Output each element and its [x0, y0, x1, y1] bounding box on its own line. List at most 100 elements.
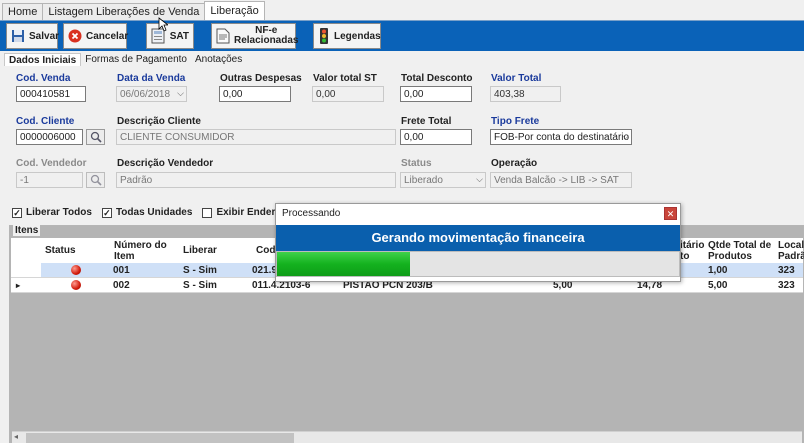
- header-local-l2: Padrã: [778, 251, 804, 262]
- cod-venda-field[interactable]: 000410581: [16, 86, 86, 102]
- progress-bar: [276, 251, 680, 277]
- header-unitario-l1: itário: [680, 240, 705, 251]
- chevron-down-icon: ⌵: [177, 88, 184, 98]
- traffic-light-icon: [318, 28, 330, 44]
- cod-vendedor-label: Cod. Vendedor: [16, 158, 87, 169]
- header-local-l1: Locali: [778, 240, 804, 251]
- tab-dados-iniciais[interactable]: Dados Iniciais: [4, 53, 82, 66]
- chevron-down-icon: ⌵: [476, 174, 483, 184]
- header-unitario[interactable]: itário to: [680, 240, 704, 262]
- search-cliente-button[interactable]: [86, 129, 105, 145]
- header-localizacao[interactable]: LocaliPadrã: [778, 240, 804, 262]
- search-icon: [90, 174, 102, 186]
- tab-home[interactable]: Home: [2, 3, 44, 20]
- scroll-left-icon[interactable]: ◂: [14, 432, 18, 441]
- tab-listagem-liberacoes[interactable]: Listagem Liberações de Venda: [42, 3, 206, 20]
- cancel-button[interactable]: Cancelar: [63, 23, 129, 49]
- cell-numero: 002: [113, 280, 130, 291]
- operacao-field: Venda Balcão -> LIB -> SAT: [490, 172, 632, 188]
- save-button[interactable]: Salvar: [6, 23, 60, 49]
- header-numero-l2: Item: [114, 251, 135, 262]
- nfe-line2: Relacionadas: [234, 35, 299, 46]
- sat-button[interactable]: SAT: [146, 23, 194, 49]
- search-vendedor-button[interactable]: [86, 172, 105, 188]
- liberar-todos-checkbox[interactable]: ✓ Liberar Todos: [12, 207, 92, 218]
- progress-fill: [277, 252, 410, 276]
- dialog-title: Processando: [282, 208, 341, 219]
- tab-formas-pagamento[interactable]: Formas de Pagamento: [81, 53, 191, 66]
- tipo-frete-label: Tipo Frete: [491, 116, 540, 127]
- total-desconto-label: Total Desconto: [401, 73, 473, 84]
- valor-total-st-field: 0,00: [312, 86, 384, 102]
- total-desconto-field[interactable]: 0,00: [400, 86, 472, 102]
- header-unitario-l2: to: [680, 251, 690, 262]
- cell-liberar: S - Sim: [183, 280, 217, 291]
- operacao-label: Operação: [491, 158, 538, 169]
- processing-dialog: Processando ✕ Gerando movimentação finan…: [275, 203, 681, 282]
- valor-total-st-label: Valor total ST: [313, 73, 377, 84]
- save-icon: [11, 28, 25, 44]
- chevron-down-icon: ⌵: [622, 131, 629, 141]
- checkbox-unchecked: [202, 207, 213, 218]
- header-liberar[interactable]: Liberar: [183, 245, 217, 256]
- descricao-vendedor-field: Padrão: [116, 172, 396, 188]
- cell-local: 323: [778, 280, 795, 291]
- sat-label: SAT: [169, 30, 189, 42]
- horizontal-scrollbar[interactable]: ◂: [12, 431, 802, 443]
- descricao-cliente-field: CLIENTE CONSUMIDOR: [116, 129, 396, 145]
- cell-numero: 001: [113, 265, 130, 276]
- todas-unidades-checkbox[interactable]: ✓ Todas Unidades: [101, 207, 193, 218]
- cell-cod: 021.9: [252, 265, 278, 276]
- checkbox-checked: ✓: [12, 207, 22, 218]
- outras-despesas-field[interactable]: 0,00: [219, 86, 291, 102]
- close-button[interactable]: ✕: [664, 207, 677, 220]
- header-numero-l1: Número do: [114, 240, 167, 251]
- header-qtde-l2: Produtos: [708, 251, 752, 262]
- liberar-todos-label: Liberar Todos: [26, 207, 92, 218]
- status-red-icon: [71, 265, 81, 275]
- tipo-frete-value: FOB-Por conta do destinatário: [494, 132, 630, 143]
- tab-anotacoes[interactable]: Anotações: [191, 53, 246, 66]
- cell-local: 323: [778, 265, 795, 276]
- top-tab-bar: Home Listagem Liberações de Venda Libera…: [0, 0, 804, 20]
- cell-qtde-total: 1,00: [708, 265, 728, 276]
- cod-venda-label: Cod. Venda: [16, 73, 71, 84]
- checkbox-checked: ✓: [101, 207, 112, 218]
- mouse-cursor-icon: [158, 17, 168, 32]
- todas-unidades-label: Todas Unidades: [115, 207, 193, 218]
- dialog-message: Gerando movimentação financeira: [276, 225, 680, 251]
- header-qtde-total[interactable]: Qtde Total de Produtos: [708, 240, 771, 262]
- legendas-button[interactable]: Legendas: [313, 23, 381, 49]
- cod-cliente-label: Cod. Cliente: [16, 116, 75, 127]
- header-status[interactable]: Status: [45, 245, 76, 256]
- valor-total-field: 403,38: [490, 86, 561, 102]
- data-venda-label: Data da Venda: [117, 73, 186, 84]
- status-red-icon: [71, 280, 81, 290]
- valor-total-label: Valor Total: [491, 73, 542, 84]
- status-select: Liberado ⌵: [400, 172, 486, 188]
- data-venda-field[interactable]: 06/06/2018 ⌵: [116, 86, 187, 102]
- document-icon: [216, 28, 230, 44]
- nfe-relacionadas-button[interactable]: NF-e Relacionadas: [211, 23, 298, 49]
- cancel-label: Cancelar: [86, 30, 129, 42]
- cell-liberar: S - Sim: [183, 265, 217, 276]
- status-label: Status: [401, 158, 432, 169]
- nfe-relacionadas-label: NF-e Relacionadas: [234, 26, 298, 46]
- descricao-vendedor-label: Descrição Vendedor: [117, 158, 214, 169]
- row-pointer-icon: ▸: [16, 281, 21, 290]
- scroll-thumb[interactable]: [26, 433, 294, 443]
- cod-vendedor-field: -1: [16, 172, 83, 188]
- itens-title: Itens: [13, 225, 41, 236]
- descricao-cliente-label: Descrição Cliente: [117, 116, 201, 127]
- cell-qtde-total: 5,00: [708, 280, 728, 291]
- tab-liberacao[interactable]: Liberação: [204, 1, 265, 20]
- frete-total-field[interactable]: 0,00: [400, 129, 472, 145]
- data-venda-value: 06/06/2018: [120, 89, 171, 100]
- frete-total-label: Frete Total: [401, 116, 452, 127]
- save-label: Salvar: [29, 30, 60, 42]
- search-icon: [90, 131, 102, 143]
- tipo-frete-select[interactable]: FOB-Por conta do destinatário ⌵: [490, 129, 632, 145]
- legendas-label: Legendas: [334, 30, 381, 42]
- cod-cliente-field[interactable]: 0000006000: [16, 129, 83, 145]
- header-numero-item[interactable]: Número do Item: [114, 240, 167, 262]
